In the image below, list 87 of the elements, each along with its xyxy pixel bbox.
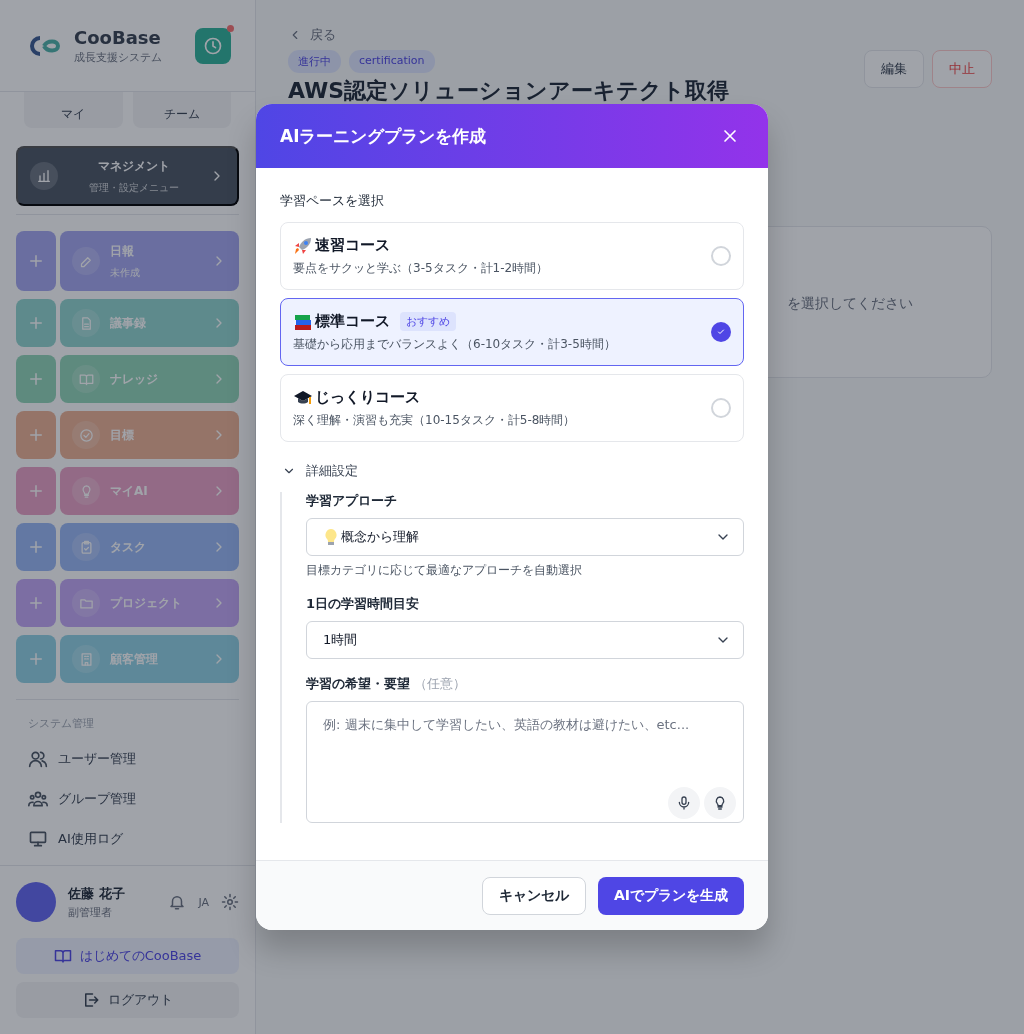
check-circle-icon [78,427,94,443]
user-name: 佐藤 花子 [68,884,126,903]
edit-button[interactable]: 編集 [864,50,924,88]
tag: certification [349,50,435,73]
page-title: AWS認定ソリューションアーキテクト取得 [288,77,731,105]
help-text: 目標カテゴリに応じて最適なアプローチを自動選択 [306,562,583,579]
add-button[interactable] [16,579,56,627]
rocket-icon [293,235,313,256]
back-link[interactable]: 戻る [288,26,336,44]
add-button[interactable] [16,411,56,459]
section-label: 学習ペースを選択 [280,192,385,210]
plus-icon [27,370,45,388]
clock-icon [203,35,223,56]
tag: 進行中 [288,50,341,73]
brand-name: CooBase [74,26,162,48]
nav-label: マイAI [110,482,149,500]
plus-icon [27,538,45,556]
radio-button[interactable] [711,322,731,342]
nav-label: 議事録 [110,314,147,332]
clock-button[interactable] [195,27,231,64]
course-description: 深く理解・演習も充実（10-15タスク・計5-8時間） [293,411,577,429]
cancel-button[interactable]: キャンセル [481,876,586,915]
optional-note: （任意） [413,676,467,691]
add-button[interactable] [16,635,56,683]
course-title: 標準コース [315,312,390,331]
logout-button[interactable]: ログアウト [16,982,239,1018]
plus-icon [27,650,45,668]
plus-icon [27,314,45,332]
clipboard-icon [78,539,94,555]
hint-text: を選択してください [787,295,913,313]
field-label: 学習アプローチ [306,492,398,510]
group-icon [28,789,48,809]
book-icon [53,947,72,965]
radio-button[interactable] [711,246,731,266]
book-icon [78,371,94,387]
add-button[interactable] [16,523,56,571]
cancel-goal-button[interactable]: 中止 [932,50,992,88]
plus-icon [27,594,45,612]
add-button[interactable] [16,467,56,515]
course-option[interactable]: 速習コース 要点をサクッと学ぶ（3-5タスク・計1-2時間） [280,222,744,290]
chart-icon [36,168,52,184]
dialog-title: AIラーニングプランを作成 [280,124,487,148]
course-description: 要点をサクッと学ぶ（3-5タスク・計1-2時間） [293,259,550,277]
guide-button[interactable]: はじめてのCooBase [16,938,239,974]
approach-select[interactable]: 概念から理解 [306,518,744,556]
building-icon [78,651,94,667]
disclosure-toggle[interactable]: 詳細設定 [280,462,358,480]
management-title: マネジメント [96,157,171,175]
notification-dot [227,24,234,32]
course-description: 基礎から応用までバランスよく（6-10タスク・計3-5時間） [293,335,617,353]
time-select[interactable]: 1時間 [306,621,744,659]
users-icon [28,749,48,769]
nav-label: タスク [110,538,147,556]
add-button[interactable] [16,231,56,291]
microphone-icon [676,795,692,811]
plus-icon [27,426,45,444]
field-label: 1日の学習時間目安 [306,595,421,613]
menu-item[interactable]: AI使用ログ [16,819,239,859]
nav-label: ナレッジ [110,370,159,388]
field-label: 学習の希望・要望 [306,676,410,691]
menu-item[interactable]: グループ管理 [16,779,239,819]
settings-icon [221,893,239,911]
course-title: 速習コース [315,236,390,255]
nav-label: 目標 [110,426,135,444]
add-button[interactable] [16,299,56,347]
wishes-textarea[interactable]: 例: 週末に集中して学習したい、英語の教材は避けたい、etc... [306,701,744,823]
user-role: 副管理者 [68,904,113,920]
plus-icon [27,252,45,270]
language-label: JA [198,895,209,909]
radio-button[interactable] [711,398,731,418]
recommended-badge: おすすめ [400,312,456,331]
bell-icon [168,893,187,911]
generate-button[interactable]: AIでプランを生成 [597,876,744,915]
logout-icon [82,991,100,1009]
menu-item[interactable]: ユーザー管理 [16,739,239,779]
course-option[interactable]: 標準コース おすすめ 基礎から応用までバランスよく（6-10タスク・計3-5時間） [280,298,744,366]
avatar [16,882,56,922]
course-title: じっくりコース [315,388,420,407]
lightbulb-icon [323,528,339,546]
plus-icon [27,482,45,500]
monitor-icon [28,829,48,849]
add-button[interactable] [16,355,56,403]
course-option[interactable]: じっくりコース 深く理解・演習も充実（10-15タスク・計5-8時間） [280,374,744,442]
nav-label: 顧客管理 [110,650,159,668]
view-tab[interactable]: マイ [24,92,123,128]
brand-subtitle: 成長支援システム [74,49,163,65]
view-tab[interactable]: チーム [132,92,231,128]
